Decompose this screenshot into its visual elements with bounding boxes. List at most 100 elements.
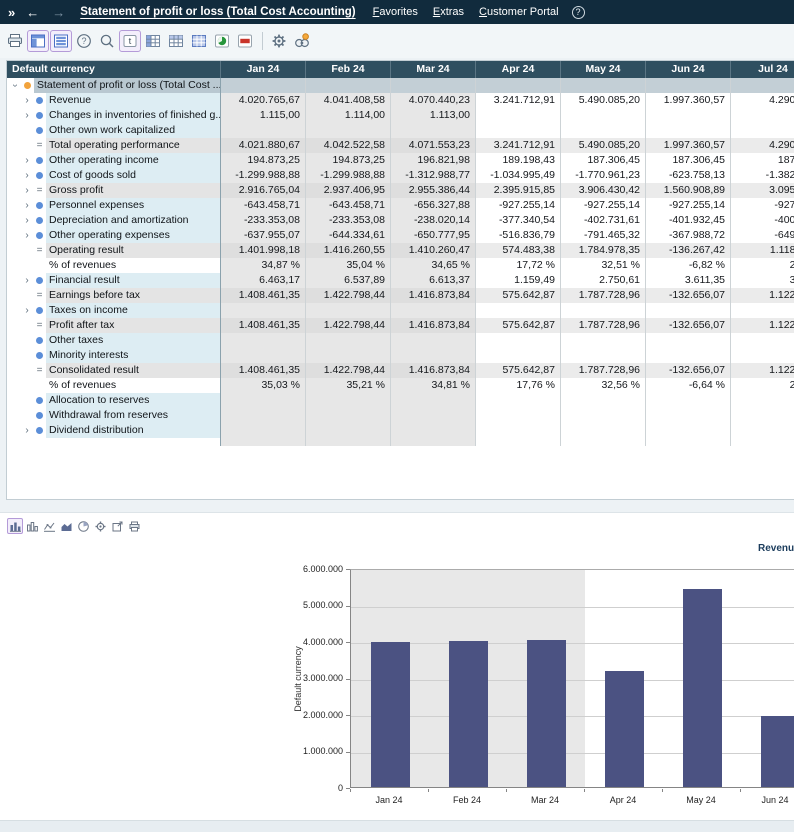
cell-jan-24-row-10[interactable]: -637.955,07	[221, 228, 306, 243]
row-label[interactable]: Other operating expenses	[46, 228, 220, 243]
cell-feb-24-row-19[interactable]: 1.422.798,44	[306, 363, 391, 378]
cell-jan-24-row-9[interactable]: -233.353,08	[221, 213, 306, 228]
cell-jan-24-row-4[interactable]: 4.021.880,67	[221, 138, 306, 153]
area-chart-icon[interactable]	[58, 518, 74, 534]
cell-may-24-row-19[interactable]: 1.787.728,96	[561, 363, 646, 378]
cell-jul-24-row-2[interactable]	[731, 108, 794, 123]
row-label[interactable]: Changes in inventories of finished g...	[46, 108, 220, 123]
cell-apr-24-row-17[interactable]	[476, 333, 561, 348]
expand-icon[interactable]: ›	[21, 273, 33, 288]
cell-may-24-row-5[interactable]: 187.306,45	[561, 153, 646, 168]
print-chart-icon[interactable]	[126, 518, 142, 534]
cell-mar-24-row-21[interactable]	[391, 393, 476, 408]
row-label[interactable]: Other own work capitalized	[46, 123, 220, 138]
cell-jul-24-row-19[interactable]: 1.122.13	[731, 363, 794, 378]
cell-jun-24-row-19[interactable]: -132.656,07	[646, 363, 731, 378]
pie-chart-icon[interactable]	[75, 518, 91, 534]
cell-mar-24-row-0[interactable]	[391, 78, 476, 93]
cell-jan-24-row-23[interactable]	[221, 423, 306, 438]
back-icon[interactable]: ←	[26, 5, 39, 20]
cell-apr-24-row-15[interactable]	[476, 303, 561, 318]
cell-jan-24-row-11[interactable]: 1.401.998,18	[221, 243, 306, 258]
cell-jul-24-row-1[interactable]: 4.290.16	[731, 93, 794, 108]
help-icon[interactable]: ?	[572, 6, 585, 19]
row-label[interactable]: Other taxes	[46, 333, 220, 348]
cell-feb-24-row-15[interactable]	[306, 303, 391, 318]
cell-jan-24-row-20[interactable]: 35,03 %	[221, 378, 306, 393]
cell-jan-24-row-15[interactable]	[221, 303, 306, 318]
cell-jun-24-row-4[interactable]: 1.997.360,57	[646, 138, 731, 153]
cell-jun-24-row-6[interactable]: -623.758,13	[646, 168, 731, 183]
column-header-mar-24[interactable]: Mar 24	[391, 61, 476, 78]
grid-header-icon[interactable]	[165, 30, 187, 52]
cell-may-24-row-11[interactable]: 1.784.978,35	[561, 243, 646, 258]
row-label[interactable]: Taxes on income	[46, 303, 220, 318]
cell-jul-24-row-22[interactable]	[731, 408, 794, 423]
cell-jul-24-row-10[interactable]: -649.29	[731, 228, 794, 243]
column-chart-icon[interactable]	[24, 518, 40, 534]
cell-may-24-row-12[interactable]: 32,51 %	[561, 258, 646, 273]
cell-may-24-row-4[interactable]: 5.490.085,20	[561, 138, 646, 153]
cell-jan-24-row-0[interactable]	[221, 78, 306, 93]
chart-settings-icon[interactable]	[92, 518, 108, 534]
cell-jul-24-row-15[interactable]	[731, 303, 794, 318]
cell-mar-24-row-18[interactable]	[391, 348, 476, 363]
cell-apr-24-row-18[interactable]	[476, 348, 561, 363]
export-icon[interactable]	[109, 518, 125, 534]
rows-layout-icon[interactable]	[50, 30, 72, 52]
row-label[interactable]: Profit after tax	[46, 318, 220, 333]
cell-jan-24-row-16[interactable]: 1.408.461,35	[221, 318, 306, 333]
cell-jul-24-row-11[interactable]: 1.118.27	[731, 243, 794, 258]
row-label[interactable]: Operating result	[46, 243, 220, 258]
cell-mar-24-row-7[interactable]: 2.955.386,44	[391, 183, 476, 198]
cell-jun-24-row-3[interactable]	[646, 123, 731, 138]
cell-mar-24-row-10[interactable]: -650.777,95	[391, 228, 476, 243]
cell-apr-24-row-3[interactable]	[476, 123, 561, 138]
cell-feb-24-row-8[interactable]: -643.458,71	[306, 198, 391, 213]
cell-feb-24-row-1[interactable]: 4.041.408,58	[306, 93, 391, 108]
cell-apr-24-row-4[interactable]: 3.241.712,91	[476, 138, 561, 153]
expand-icon[interactable]: ›	[21, 93, 33, 108]
cell-mar-24-row-9[interactable]: -238.020,14	[391, 213, 476, 228]
cell-jun-24-row-8[interactable]: -927.255,14	[646, 198, 731, 213]
cell-jul-24-row-0[interactable]	[731, 78, 794, 93]
cell-may-24-row-10[interactable]: -791.465,32	[561, 228, 646, 243]
cell-jan-24-row-21[interactable]	[221, 393, 306, 408]
cell-may-24-row-9[interactable]: -402.731,61	[561, 213, 646, 228]
cell-jun-24-row-21[interactable]	[646, 393, 731, 408]
row-label[interactable]: Financial result	[46, 273, 220, 288]
cell-apr-24-row-20[interactable]: 17,76 %	[476, 378, 561, 393]
cell-jun-24-row-16[interactable]: -132.656,07	[646, 318, 731, 333]
cell-jul-24-row-23[interactable]	[731, 423, 794, 438]
cell-mar-24-row-11[interactable]: 1.410.260,47	[391, 243, 476, 258]
row-label[interactable]: Personnel expenses	[46, 198, 220, 213]
cell-apr-24-row-12[interactable]: 17,72 %	[476, 258, 561, 273]
row-label[interactable]: % of revenues	[46, 378, 220, 393]
column-header-may-24[interactable]: May 24	[561, 61, 646, 78]
cell-may-24-row-0[interactable]	[561, 78, 646, 93]
cell-jan-24-row-1[interactable]: 4.020.765,67	[221, 93, 306, 108]
cell-jan-24-row-5[interactable]: 194.873,25	[221, 153, 306, 168]
cell-jun-24-row-7[interactable]: 1.560.908,89	[646, 183, 731, 198]
collapse-icon[interactable]: ›	[8, 80, 23, 92]
cell-apr-24-row-8[interactable]: -927.255,14	[476, 198, 561, 213]
cell-feb-24-row-16[interactable]: 1.422.798,44	[306, 318, 391, 333]
row-label[interactable]: Allocation to reserves	[46, 393, 220, 408]
cell-jul-24-row-8[interactable]: -927.25	[731, 198, 794, 213]
forward-icon[interactable]: →	[52, 5, 65, 20]
cell-mar-24-row-20[interactable]: 34,81 %	[391, 378, 476, 393]
cell-jun-24-row-13[interactable]: 3.611,35	[646, 273, 731, 288]
cell-feb-24-row-2[interactable]: 1.114,00	[306, 108, 391, 123]
column-header-jan-24[interactable]: Jan 24	[221, 61, 306, 78]
cell-jun-24-row-23[interactable]	[646, 423, 731, 438]
row-label[interactable]: Statement of profit or loss (Total Cost …	[34, 78, 220, 93]
cell-feb-24-row-22[interactable]	[306, 408, 391, 423]
cell-jan-24-row-8[interactable]: -643.458,71	[221, 198, 306, 213]
cell-jul-24-row-6[interactable]: -1.382.40	[731, 168, 794, 183]
cell-feb-24-row-9[interactable]: -233.353,08	[306, 213, 391, 228]
row-label[interactable]: Consolidated result	[46, 363, 220, 378]
grid-left-column-icon[interactable]	[142, 30, 164, 52]
cell-may-24-row-17[interactable]	[561, 333, 646, 348]
cell-jul-24-row-17[interactable]	[731, 333, 794, 348]
cell-mar-24-row-14[interactable]: 1.416.873,84	[391, 288, 476, 303]
